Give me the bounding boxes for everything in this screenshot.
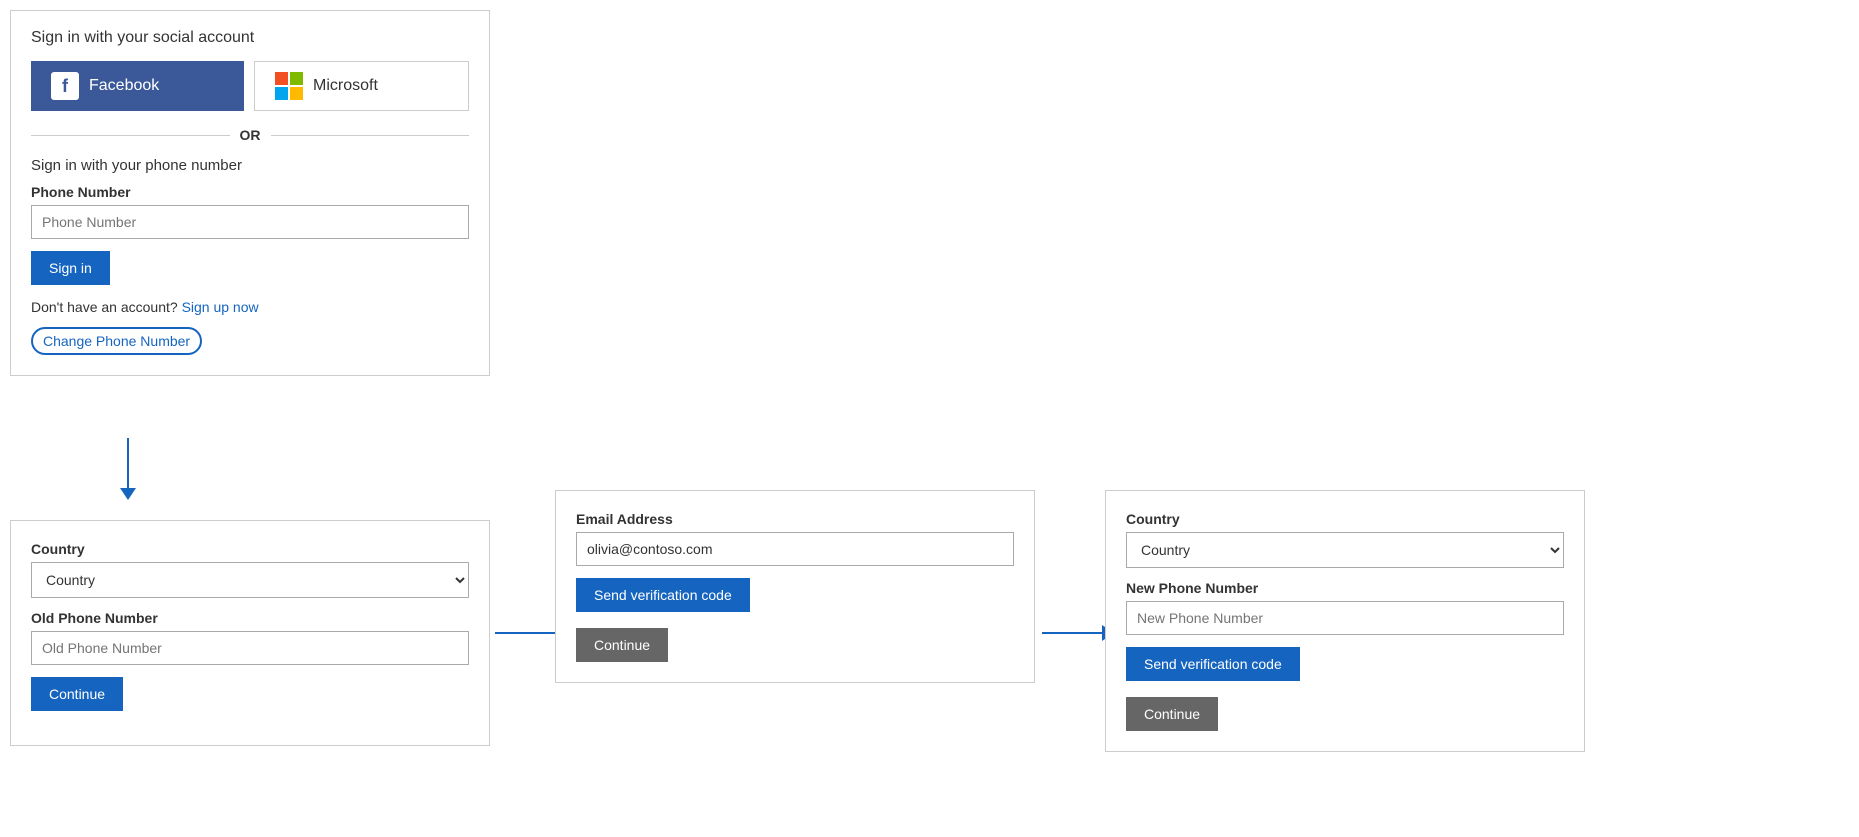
panel4-continue-button[interactable]: Continue — [1126, 697, 1218, 731]
email-input[interactable] — [576, 532, 1014, 566]
sign-in-title: Sign in with your social account — [31, 29, 469, 47]
or-divider: OR — [31, 127, 469, 143]
panel-email: Email Address Send verification code Con… — [555, 490, 1035, 683]
facebook-icon: f — [51, 72, 79, 100]
panel4-send-verification-button[interactable]: Send verification code — [1126, 647, 1300, 681]
old-phone-label: Old Phone Number — [31, 610, 469, 626]
social-buttons: f Facebook Microsoft — [31, 61, 469, 111]
send-verification-button[interactable]: Send verification code — [576, 578, 750, 612]
country-select[interactable]: Country — [31, 562, 469, 598]
phone-sign-in-title: Sign in with your phone number — [31, 157, 469, 174]
panel3-continue-button[interactable]: Continue — [576, 628, 668, 662]
sign-in-button[interactable]: Sign in — [31, 251, 110, 285]
panel-new-phone: Country Country New Phone Number Send ve… — [1105, 490, 1585, 752]
bottom-links: Don't have an account? Sign up now — [31, 299, 469, 315]
facebook-button[interactable]: f Facebook — [31, 61, 244, 111]
arrow-head-down — [120, 488, 136, 500]
country-label: Country — [31, 541, 469, 557]
arrow-line-vertical — [127, 438, 129, 488]
panel-sign-in: Sign in with your social account f Faceb… — [10, 10, 490, 376]
arrow-line-h1 — [495, 632, 555, 634]
microsoft-label: Microsoft — [313, 77, 378, 95]
microsoft-icon — [275, 72, 303, 100]
panel4-country-select[interactable]: Country — [1126, 532, 1564, 568]
panel-change-phone: Country Country Old Phone Number Continu… — [10, 520, 490, 746]
no-account-text: Don't have an account? — [31, 299, 178, 315]
sign-up-link[interactable]: Sign up now — [182, 299, 259, 315]
phone-number-label: Phone Number — [31, 184, 469, 200]
microsoft-button[interactable]: Microsoft — [254, 61, 469, 111]
panel2-continue-button[interactable]: Continue — [31, 677, 123, 711]
divider-left — [31, 135, 230, 136]
facebook-label: Facebook — [89, 77, 159, 95]
arrow-line-h2 — [1042, 632, 1102, 634]
new-phone-label: New Phone Number — [1126, 580, 1564, 596]
or-text: OR — [240, 127, 261, 143]
email-label: Email Address — [576, 511, 1014, 527]
divider-right — [271, 135, 470, 136]
old-phone-input[interactable] — [31, 631, 469, 665]
new-phone-input[interactable] — [1126, 601, 1564, 635]
arrow-down — [120, 438, 136, 500]
phone-number-input[interactable] — [31, 205, 469, 239]
arrow-right-2 — [1042, 625, 1114, 641]
panel4-country-label: Country — [1126, 511, 1564, 527]
change-phone-button[interactable]: Change Phone Number — [31, 327, 202, 355]
